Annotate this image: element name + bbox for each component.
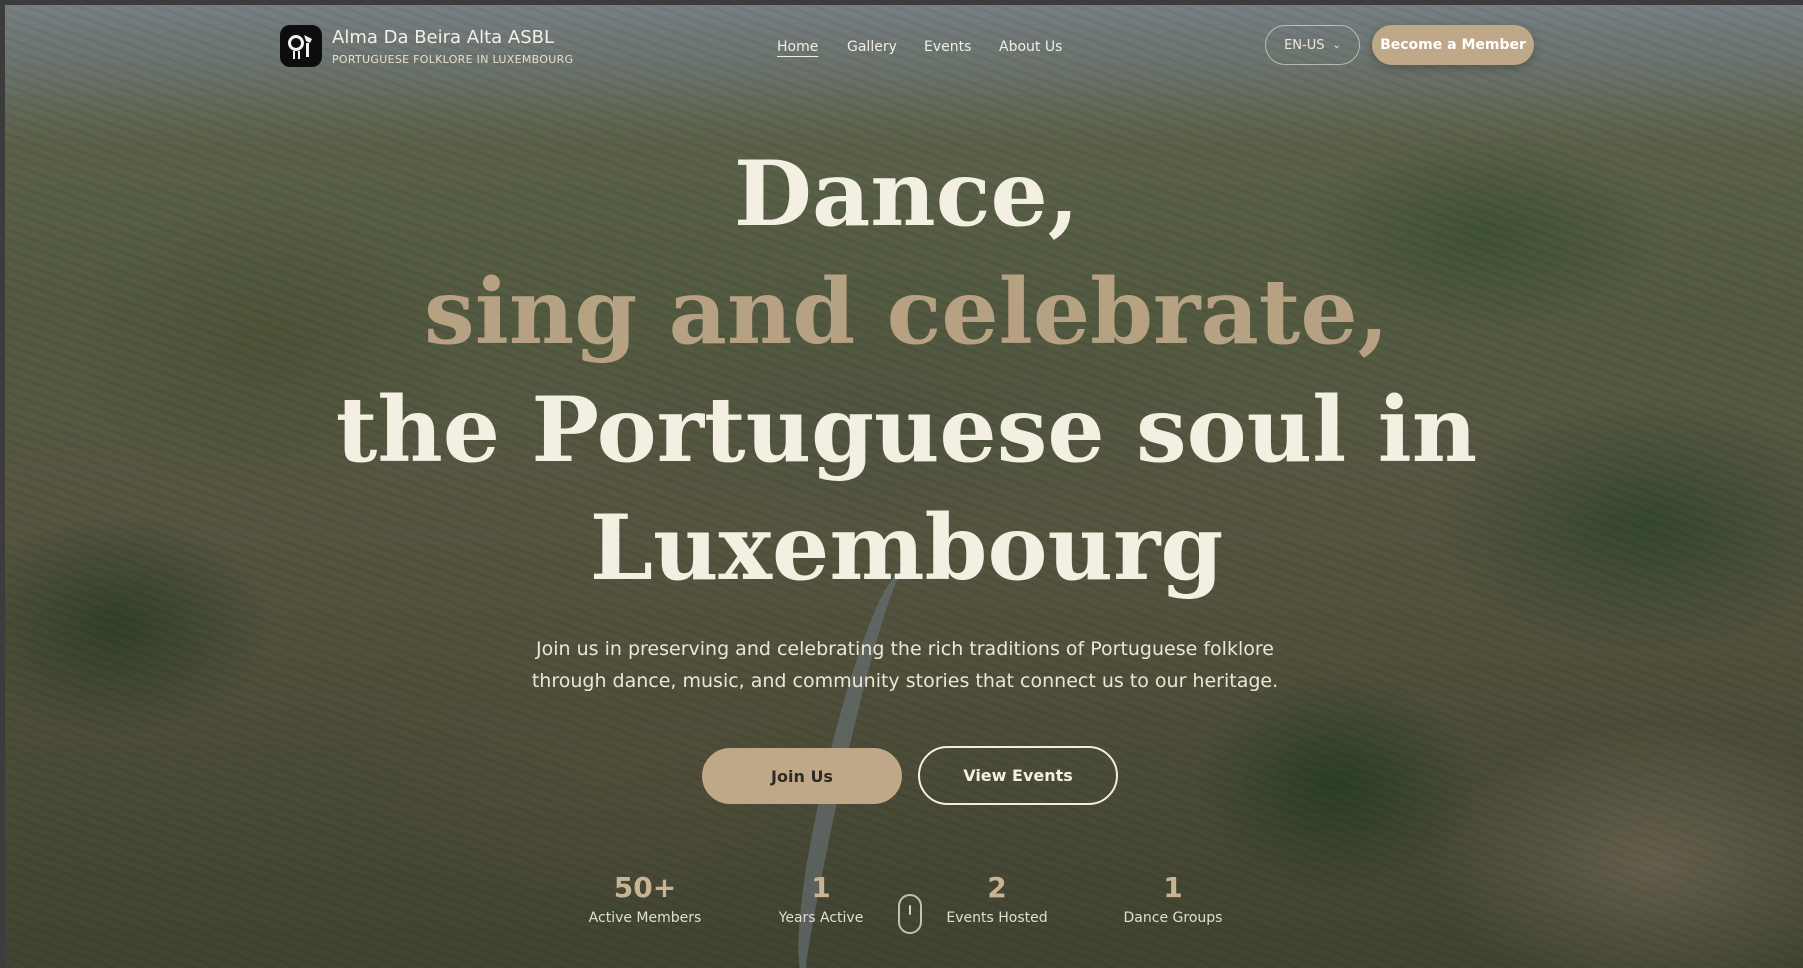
window-left-border [0,0,5,968]
nav-home[interactable]: Home [777,39,818,55]
stat-years-active: 1 Years Active [751,870,891,926]
hero-background: Alma Da Beira Alta ASBL PORTUGUESE FOLKL… [5,5,1803,968]
scroll-indicator-dot [909,905,911,915]
nav-gallery[interactable]: Gallery [847,39,897,55]
stat-dance-groups: 1 Dance Groups [1103,870,1243,926]
stat-label: Dance Groups [1123,910,1223,926]
stat-value: 2 [987,871,1007,904]
view-events-button[interactable]: View Events [918,746,1118,805]
scroll-indicator-icon[interactable] [898,894,922,934]
logo-icon[interactable] [280,25,322,67]
stat-label: Events Hosted [946,910,1048,926]
become-member-button[interactable]: Become a Member [1372,25,1534,65]
language-value: EN-US [1284,37,1325,53]
brand-subtitle: PORTUGUESE FOLKLORE IN LUXEMBOURG [332,53,574,66]
stat-value: 1 [811,871,831,904]
stat-active-members: 50+ Active Members [575,870,715,926]
join-us-button[interactable]: Join Us [702,748,902,804]
hero-lead-text: Join us in preserving and celebrating th… [531,638,1279,692]
stat-value: 1 [1163,871,1183,904]
nav-events[interactable]: Events [924,39,971,55]
headline-line-2: sing and celebrate, [424,259,1389,365]
stat-events-hosted: 2 Events Hosted [927,870,1067,926]
stat-label: Years Active [778,910,864,926]
hero-content: Alma Da Beira Alta ASBL PORTUGUESE FOLKL… [5,5,1803,968]
window-top-border [0,0,1803,5]
headline-line-3: the Portuguese soul in [335,377,1478,483]
language-select[interactable]: EN-US ⌄ [1265,25,1360,65]
headline-line-1: Dance, [733,141,1080,247]
hero-headline: Dance, sing and celebrate, the Portugues… [5,135,1803,607]
chevron-down-icon: ⌄ [1332,39,1341,51]
brand-title[interactable]: Alma Da Beira Alta ASBL [332,27,554,48]
nav-about-us[interactable]: About Us [999,39,1062,55]
stat-value: 50+ [613,871,677,904]
stat-label: Active Members [588,910,702,926]
headline-line-4: Luxembourg [589,495,1224,601]
